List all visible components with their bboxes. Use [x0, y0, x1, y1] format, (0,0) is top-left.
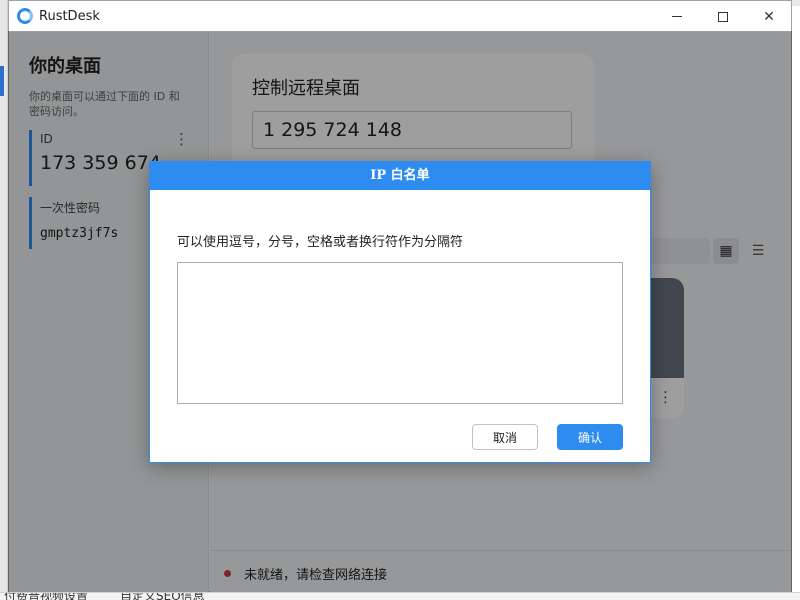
- taskbar-strip: 付费音视频设置 自定义SEO信息: [0, 592, 800, 600]
- minimize-icon: [672, 16, 682, 17]
- cancel-button[interactable]: 取消: [472, 424, 538, 450]
- rustdesk-logo-icon: [17, 8, 33, 24]
- maximize-button[interactable]: [700, 1, 746, 32]
- taskbar-item[interactable]: 付费音视频设置: [4, 593, 88, 600]
- title-bar[interactable]: RustDesk ✕: [9, 1, 791, 32]
- dialog-title: IP 白名单: [150, 162, 650, 190]
- ip-whitelist-textarea[interactable]: [177, 262, 623, 404]
- dialog-hint: 可以使用逗号，分号，空格或者换行符作为分隔符: [177, 235, 464, 250]
- confirm-button[interactable]: 确认: [557, 424, 623, 450]
- ip-whitelist-dialog: IP 白名单 可以使用逗号，分号，空格或者换行符作为分隔符 取消 确认: [149, 161, 651, 463]
- minimize-button[interactable]: [654, 1, 700, 32]
- maximize-icon: [718, 11, 728, 22]
- close-icon: ✕: [763, 8, 775, 25]
- close-button[interactable]: ✕: [746, 1, 792, 32]
- window-title: RustDesk: [39, 9, 100, 24]
- background-left-tab: [0, 66, 4, 96]
- taskbar-item[interactable]: 自定义SEO信息: [120, 593, 205, 600]
